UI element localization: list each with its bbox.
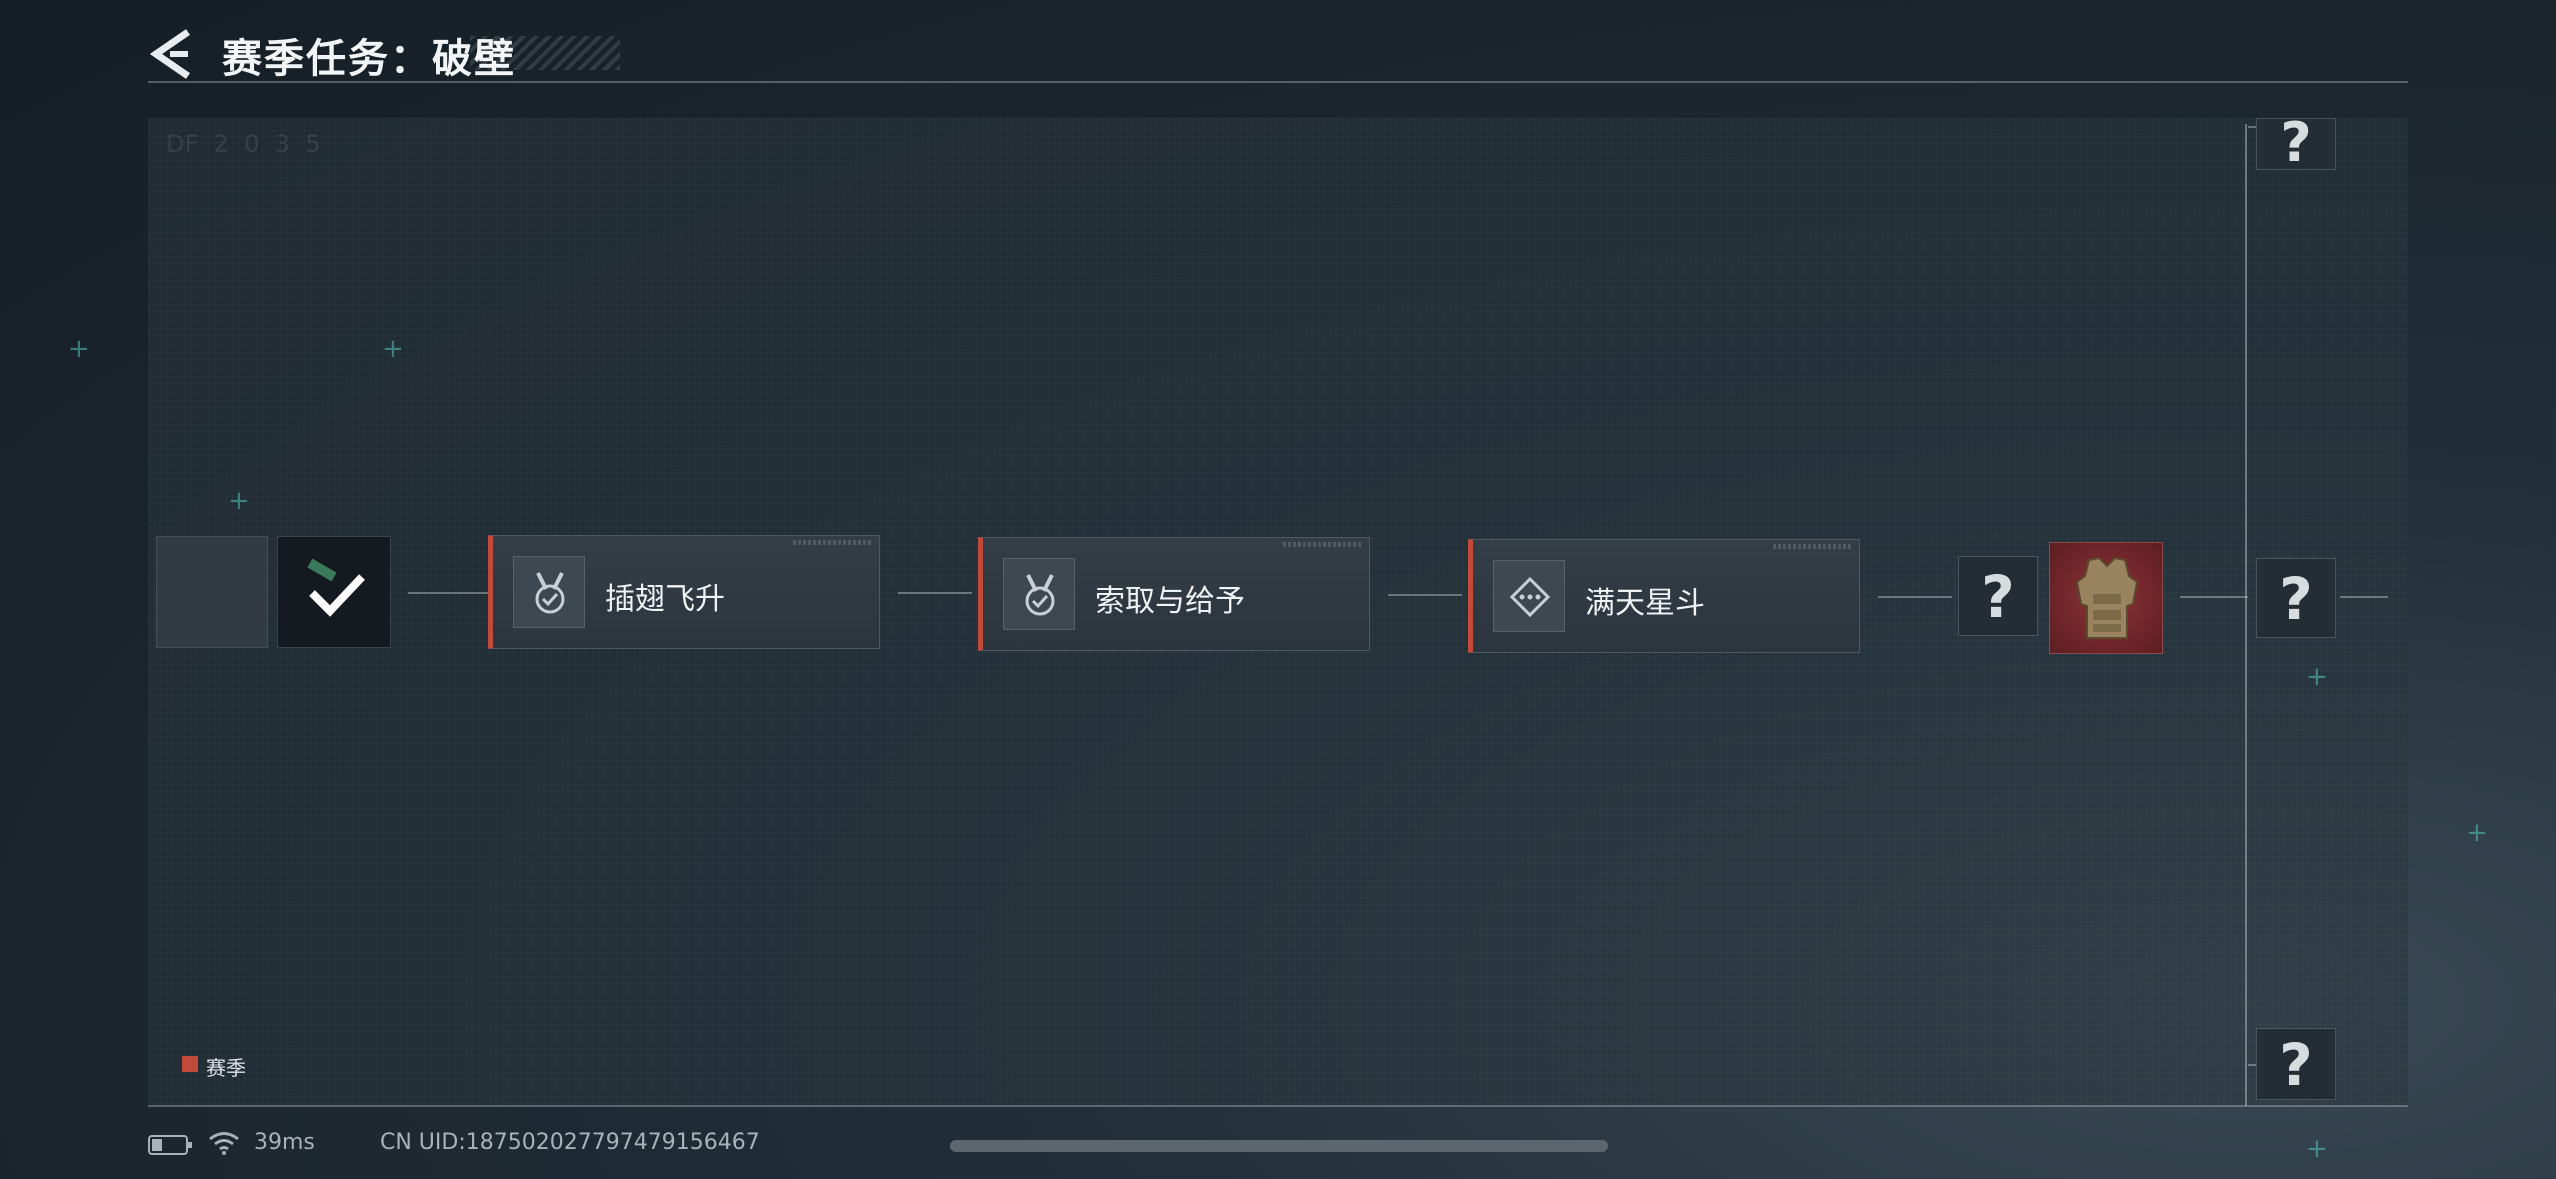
medal-check-icon (535, 572, 565, 614)
completed-task-tile[interactable] (277, 536, 391, 648)
connector-line (2180, 596, 2248, 598)
decor-plus: + (2466, 818, 2488, 848)
wifi-icon (209, 1132, 239, 1155)
diamond-dots-icon (1509, 576, 1551, 618)
armor-vest-icon (2075, 556, 2139, 639)
footer-divider (148, 1105, 2408, 1107)
task-code-decoration (1283, 542, 1363, 547)
back-button[interactable] (148, 26, 192, 82)
connector-line (898, 592, 972, 594)
task-code-decoration (793, 540, 873, 545)
checkmark-icon (307, 559, 365, 617)
right-branch-line (2245, 124, 2247, 1106)
faded-overlay-text: DF 2 0 3 5 (166, 130, 321, 158)
medal-check-icon (1025, 574, 1055, 616)
decor-plus: + (2306, 1134, 2328, 1164)
home-indicator[interactable] (950, 1140, 1608, 1152)
task-icon-frame (1493, 560, 1565, 632)
locked-branch-reward[interactable]: ? (2256, 558, 2336, 638)
empty-slot-tile (156, 536, 268, 648)
question-mark-icon: ? (1981, 563, 2015, 631)
decor-plus: + (228, 486, 250, 516)
task-card[interactable]: 满天星斗 (1468, 539, 1860, 653)
decor-plus: + (68, 334, 90, 364)
ping-readout: 39ms (254, 1130, 315, 1155)
user-uid: CN UID:187502027797479156467 (380, 1130, 760, 1155)
task-icon-frame (1003, 558, 1075, 630)
question-mark-icon: ? (2279, 565, 2313, 633)
locked-reward[interactable]: ? (1958, 556, 2038, 636)
chevron-left-icon (149, 29, 190, 79)
locked-branch-reward[interactable]: ? (2256, 111, 2336, 174)
task-icon-frame (513, 556, 585, 628)
connector-line (1388, 594, 1462, 596)
task-label: 插翅飞升 (605, 582, 725, 617)
title-decoration (470, 36, 620, 70)
battery-icon (148, 1135, 192, 1155)
task-code-decoration (1773, 544, 1853, 549)
connector-line (1878, 596, 1952, 598)
legend-label: 赛季 (206, 1056, 246, 1080)
locked-branch-reward[interactable]: ? (2256, 1028, 2336, 1100)
reward-armor-tile[interactable] (2049, 542, 2163, 654)
question-mark-icon: ? (2279, 1031, 2313, 1099)
task-card[interactable]: 插翅飞升 (488, 535, 880, 649)
connector-line (2340, 596, 2388, 598)
decor-plus: + (382, 334, 404, 364)
task-label: 满天星斗 (1585, 586, 1705, 621)
question-mark-icon: ? (2280, 111, 2312, 174)
task-label: 索取与给予 (1095, 584, 1245, 619)
decor-plus: + (2306, 662, 2328, 692)
task-card[interactable]: 索取与给予 (978, 537, 1370, 651)
connector-line (408, 592, 488, 594)
legend-swatch (182, 1056, 198, 1072)
